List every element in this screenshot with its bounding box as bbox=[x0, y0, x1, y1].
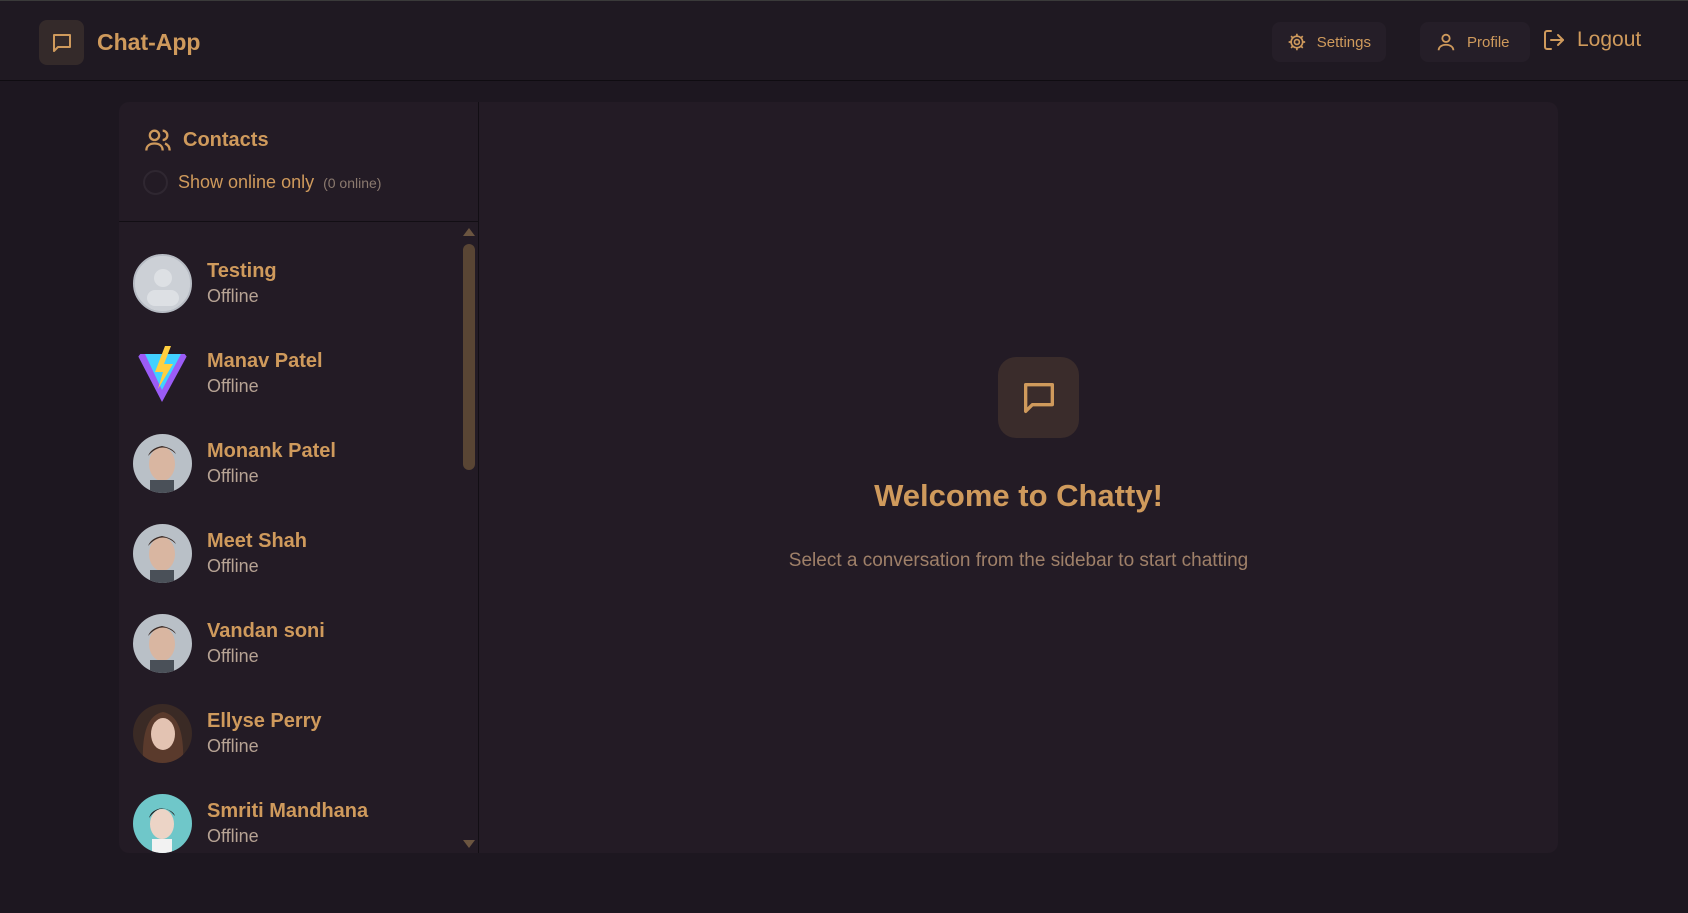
contact-name: Manav Patel bbox=[207, 350, 323, 372]
contact-name: Smriti Mandhana bbox=[207, 800, 369, 822]
contact-status: Offline bbox=[207, 646, 259, 666]
contact-item[interactable]: Testing Offline bbox=[133, 243, 453, 323]
welcome-title: Welcome to Chatty! bbox=[874, 478, 1163, 513]
chat-bubble-icon bbox=[998, 357, 1079, 438]
show-online-label: Show online only bbox=[178, 172, 315, 192]
logout-button[interactable]: Logout bbox=[1542, 28, 1641, 52]
contact-status: Offline bbox=[207, 466, 259, 486]
contact-name: Testing bbox=[207, 260, 277, 282]
contacts-title: Contacts bbox=[183, 128, 269, 151]
app-name: Chat-App bbox=[97, 29, 201, 55]
online-count: (0 online) bbox=[323, 174, 382, 191]
man-photo-avatar bbox=[133, 613, 192, 673]
contact-name: Vandan soni bbox=[207, 620, 325, 642]
contact-item[interactable]: Vandan soni Offline bbox=[133, 603, 453, 683]
contacts-sidebar: Contacts Show online only (0 online) Tes… bbox=[119, 102, 479, 853]
settings-label: Settings bbox=[1316, 33, 1371, 51]
contact-status: Offline bbox=[207, 556, 259, 576]
scroll-up-arrow[interactable] bbox=[463, 228, 475, 236]
user-icon bbox=[1437, 33, 1455, 51]
default-avatar-icon bbox=[133, 253, 192, 313]
scrollbar-thumb[interactable] bbox=[463, 244, 475, 470]
scroll-down-arrow[interactable] bbox=[463, 840, 475, 848]
contact-list[interactable]: Testing Offline Manav Patel Offline Mona… bbox=[119, 223, 461, 853]
settings-button[interactable]: Settings bbox=[1272, 22, 1386, 62]
contact-status: Offline bbox=[207, 736, 259, 756]
welcome-panel: Welcome to Chatty! Select a conversation… bbox=[479, 102, 1558, 853]
woman-photo-avatar bbox=[133, 703, 192, 763]
logout-icon bbox=[1544, 30, 1564, 50]
contacts-heading: Contacts bbox=[144, 126, 269, 154]
chat-bubble-icon bbox=[39, 20, 84, 65]
contact-item[interactable]: Monank Patel Offline bbox=[133, 423, 453, 503]
contact-item[interactable]: Manav Patel Offline bbox=[133, 333, 453, 413]
lightning-logo-icon bbox=[133, 344, 192, 403]
sidebar-header: Contacts Show online only (0 online) bbox=[119, 102, 478, 222]
contact-name: Ellyse Perry bbox=[207, 710, 322, 732]
logout-label: Logout bbox=[1577, 28, 1642, 51]
contact-item[interactable]: Smriti Mandhana Offline bbox=[133, 783, 453, 853]
users-icon bbox=[145, 129, 171, 151]
show-online-checkbox[interactable] bbox=[143, 170, 168, 195]
profile-label: Profile bbox=[1467, 33, 1510, 51]
man-photo-avatar bbox=[133, 433, 192, 493]
contact-status: Offline bbox=[207, 376, 259, 396]
welcome-subtitle: Select a conversation from the sidebar t… bbox=[788, 550, 1249, 571]
profile-button[interactable]: Profile bbox=[1420, 22, 1530, 62]
contact-name: Monank Patel bbox=[207, 440, 336, 462]
top-navbar: Chat-App Settings Profile Logout bbox=[0, 0, 1688, 81]
gear-icon bbox=[1288, 33, 1306, 51]
contact-status: Offline bbox=[207, 286, 259, 306]
contact-item[interactable]: Meet Shah Offline bbox=[133, 513, 453, 593]
man-photo-avatar bbox=[133, 523, 192, 583]
chat-container: Contacts Show online only (0 online) Tes… bbox=[119, 102, 1558, 853]
contact-status: Offline bbox=[207, 826, 259, 846]
brand-link[interactable]: Chat-App bbox=[39, 20, 200, 65]
woman-photo-avatar bbox=[133, 793, 192, 853]
online-filter[interactable]: Show online only (0 online) bbox=[143, 170, 381, 195]
contact-name: Meet Shah bbox=[207, 530, 308, 552]
contact-item[interactable]: Ellyse Perry Offline bbox=[133, 693, 453, 773]
